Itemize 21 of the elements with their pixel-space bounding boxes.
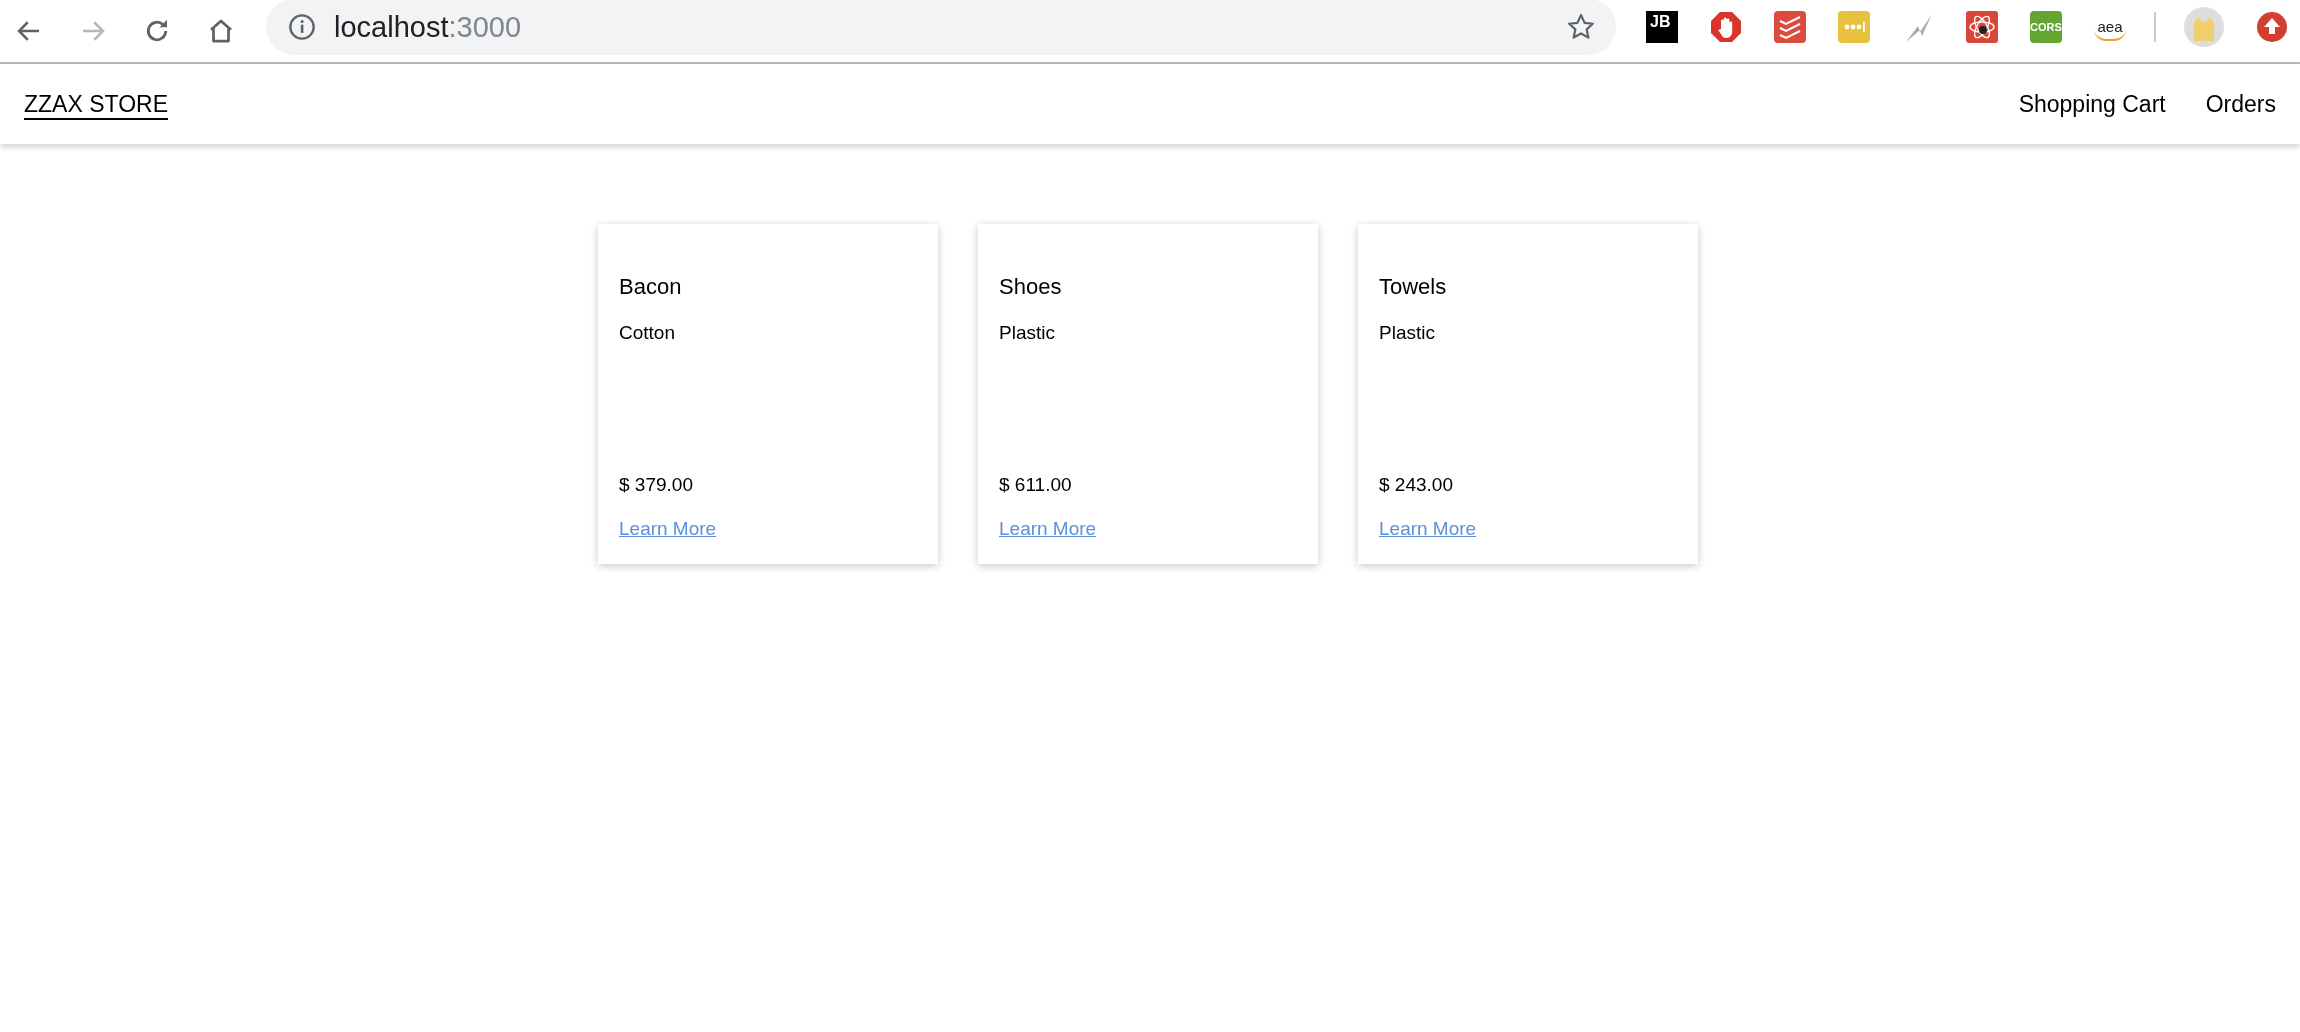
checklist-icon[interactable] [1774, 11, 1806, 43]
nav-link[interactable]: Orders [2205, 90, 2276, 118]
star-icon[interactable] [1566, 12, 1596, 42]
address-bar[interactable]: localhost:3000 [266, 0, 1616, 55]
store-brand-link[interactable]: ZZAX STORE [24, 90, 168, 118]
product-name: Shoes [999, 274, 1062, 300]
product-material: Cotton [619, 322, 675, 344]
info-icon[interactable] [288, 13, 316, 41]
dots-icon[interactable] [1838, 11, 1870, 43]
product-price: $ 611.00 [999, 474, 1072, 496]
product-price: $ 243.00 [1379, 474, 1453, 496]
product-material: Plastic [1379, 322, 1435, 344]
nav-link[interactable]: Shopping Cart [2018, 90, 2166, 118]
product-name: Bacon [619, 274, 682, 300]
extension-icon[interactable]: JB [1646, 11, 1678, 43]
atom-icon[interactable] [1966, 11, 1998, 43]
product-material: Plastic [999, 322, 1055, 344]
product-price: $ 379.00 [619, 474, 693, 496]
product-name: Towels [1379, 274, 1447, 300]
upload-icon[interactable] [2256, 11, 2288, 43]
stop-hand-icon[interactable] [1710, 11, 1742, 43]
